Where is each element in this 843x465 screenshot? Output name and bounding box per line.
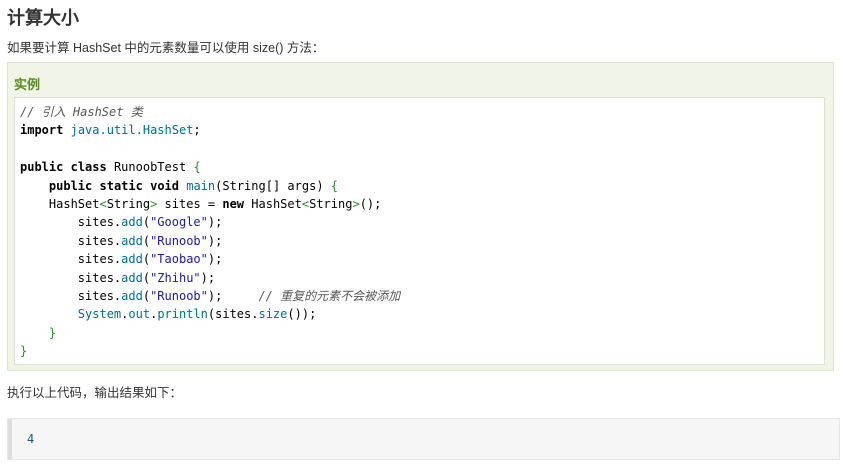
code-keyword: static [99,178,143,193]
code-type: String [222,178,266,193]
code-method-name: main [186,178,216,193]
code-type: HashSet [251,197,302,212]
output-value: 4 [27,432,35,446]
code-keyword: class [70,160,107,175]
example-title: 实例 [14,77,41,92]
code-keyword: public [48,178,93,193]
result-intro-text: 执行以上代码，输出结果如下： [7,386,183,400]
code-method: add [121,215,143,230]
output-block[interactable]: 4 [7,418,840,460]
code-class-name: RunoobTest [113,160,187,175]
code-import-path: java.util.HashSet [70,123,194,138]
code-method: println [157,307,208,322]
code-string: "Taobao" [150,252,208,267]
code-type: String [309,197,353,212]
code-keyword: import [20,123,64,138]
code-method: add [121,270,143,285]
section-title: 计算大小 [7,8,79,28]
code-comment: // 引入 HashSet 类 [20,105,143,119]
code-method: add [121,289,143,304]
code-class-ref: System [77,307,122,322]
intro-text: 如果要计算 HashSet 中的元素数量可以使用 size() 方法： [7,41,325,55]
code-type: HashSet [48,197,100,212]
code-method: add [121,233,143,248]
code-var: sites [77,270,114,285]
code-text: // 引入 HashSet 类 import java.util.HashSet… [20,105,401,359]
output-left-bar [8,419,12,459]
code-var: sites [77,252,114,267]
example-box: 实例 // 引入 HashSet 类 import java.util.Hash… [7,62,834,371]
code-keyword: public [20,160,64,175]
code-block[interactable]: // 引入 HashSet 类 import java.util.HashSet… [14,97,825,365]
code-string: "Runoob" [150,289,208,304]
code-string: "Google" [150,215,208,230]
code-comment: // 重复的元素不会被添加 [258,289,401,304]
code-var: sites [77,289,114,304]
code-string: "Runoob" [150,233,208,248]
code-method: size [258,307,288,322]
code-keyword: new [222,197,245,212]
code-param: args [287,178,317,193]
code-var: sites [77,233,114,248]
code-keyword: void [150,178,179,193]
code-string: "Zhihu" [150,270,201,285]
code-var: sites [77,215,114,230]
code-type: String [106,197,151,212]
code-var: sites [215,307,252,322]
code-method: add [121,252,143,267]
code-field: out [128,307,151,322]
code-var: sites [164,197,201,212]
